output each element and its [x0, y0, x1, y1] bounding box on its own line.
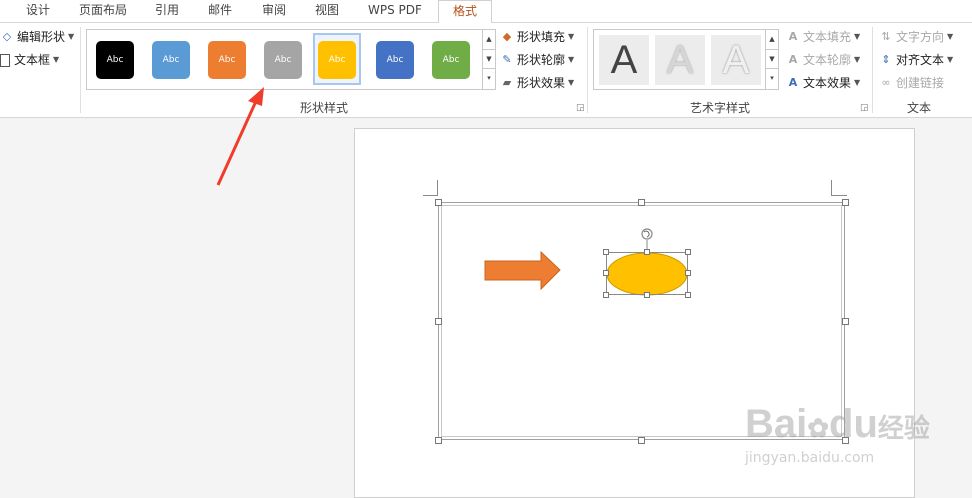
shape-resize-handle[interactable] [685, 292, 691, 298]
rotate-handle-icon[interactable] [641, 228, 653, 240]
watermark-logo: Bai✿du经验 [745, 402, 930, 447]
shape-resize-handle[interactable] [644, 292, 650, 298]
annotation-arrow-head [248, 87, 264, 106]
watermark-cn: 经验 [877, 413, 930, 443]
watermark-brand: Bai [745, 402, 808, 446]
right-arrow-shape[interactable] [484, 250, 561, 291]
shape-resize-handle[interactable] [603, 292, 609, 298]
shape-resize-handle[interactable] [603, 249, 609, 255]
watermark-brand-suffix: du [829, 402, 878, 446]
shape-selection-box [606, 252, 688, 295]
annotation-arrow-line [216, 98, 259, 186]
watermark-url: jingyan.baidu.com [745, 450, 875, 466]
paw-icon: ✿ [807, 413, 830, 443]
shape-resize-handle[interactable] [603, 270, 609, 276]
shape-resize-handle[interactable] [685, 270, 691, 276]
shape-resize-handle[interactable] [685, 249, 691, 255]
shape-resize-handle[interactable] [644, 249, 650, 255]
